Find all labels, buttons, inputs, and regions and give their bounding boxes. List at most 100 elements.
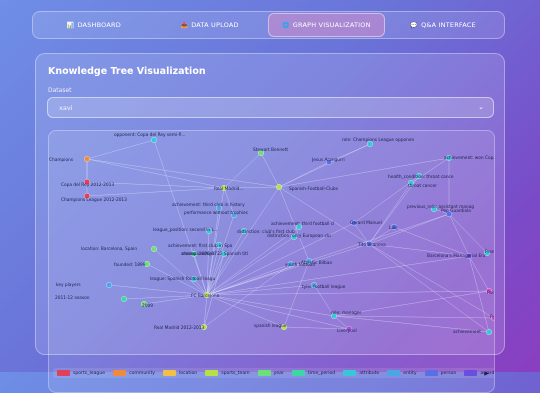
graph-node-label: Real Madrid... [214,186,243,192]
graph-edge [206,294,285,328]
legend-label: sports_league [73,370,106,376]
graph-node[interactable]: Copa del Rey 2012-2013 [61,179,114,188]
graph-node-label: Pep Guardiola [441,208,471,214]
graph-node[interactable]: Luis [389,223,398,231]
graph-node[interactable]: Barcelona's Managerial Era [427,252,486,259]
graph-edge [468,255,490,333]
graph-node[interactable]: Champions [49,156,91,163]
graph-node-label: FC Barcelona [191,293,220,299]
legend-label: attribute [359,370,380,376]
graph-node[interactable]: championships: 22 Spanish titl [182,250,248,257]
graph-node[interactable]: Stewart Bennett [253,147,288,157]
graph-node[interactable]: FC Barcelona [191,291,220,299]
graph-node[interactable]: Real Madrid... [214,185,243,192]
graph-node-label: throat cancer [408,183,437,189]
graph-node[interactable]: league: Spanish football leagu [150,275,215,282]
legend-swatch [257,370,271,376]
graph-edge [333,315,494,319]
graph-node[interactable]: throat cancer [408,180,437,189]
graph-node-label: Spanish-Football-Clubs [289,186,339,192]
graph-node[interactable]: Jesus Arangurri [311,157,345,166]
graph-edge [448,213,470,257]
graph-node[interactable]: tyler football league [302,281,346,290]
legend-label: sports_team [221,370,250,376]
legend-item[interactable]: time_period [291,370,335,376]
legend-item[interactable]: award [464,370,494,376]
panel-title: Knowledge Tree Visualization [48,66,206,77]
graph-node[interactable]: achievement: won Copa del Rey [444,155,495,162]
legend-item[interactable]: community [113,370,155,376]
graph-edge [86,187,225,197]
legend-swatch [291,370,305,376]
graph-node[interactable]: Prem [484,249,495,256]
knowledge-graph-canvas[interactable]: opponent: Copa del Rey semi-fi... Champio… [48,130,495,393]
graph-node-dot[interactable] [486,328,493,335]
tab-dashboard[interactable]: 📊 DASHBOARD [36,14,152,36]
graph-node-dot[interactable] [84,156,91,163]
graph-node-dot[interactable] [150,245,157,252]
graph-node[interactable]: achievement: first club in Spa [168,241,233,249]
graph-node-label: distinction: only European clu [267,233,331,239]
graph-node[interactable]: performance without trophies [184,210,249,218]
graph-node[interactable]: Liverpool [337,325,357,334]
graph-node-label: Copa del Rey 2012-2013 [61,182,114,188]
graph-node-dot[interactable] [275,184,282,191]
graph-node[interactable]: location: Barcelona, Spain [81,245,157,252]
legend-swatch [113,370,127,376]
graph-node-dot[interactable] [120,295,127,302]
graph-node[interactable]: spanish league [254,323,287,330]
tab-graph-visualization[interactable]: 🌐 GRAPH VISUALIZATION [267,13,386,37]
graph-node-dot[interactable] [150,136,157,143]
legend-item[interactable]: person [424,370,457,376]
graph-node[interactable]: role: Champions League opponen [342,137,415,147]
graph-node-label: Liverpool [337,328,357,334]
graph-node-label: achievement: third club in history [172,202,245,208]
legend-label: person [440,370,457,376]
graph-node[interactable]: Athletic Bilbao [301,257,332,266]
graph-node[interactable]: achievement: third football cl [271,221,334,230]
graph-node-label: founded: 1899 [114,262,146,268]
graph-node[interactable]: Ronaldi [486,287,495,296]
graph-node[interactable]: achievement: third club in history [172,202,245,211]
graph-node[interactable]: health_condition: throat cance [388,173,454,180]
graph-node[interactable]: Real Madrid 2012-2013 [154,323,207,331]
graph-node[interactable]: key players [56,281,113,288]
legend-item[interactable]: sports_league [57,370,105,376]
chevron-down-icon: ⌄ [478,103,484,111]
graph-node[interactable]: Spanish-Football-Clubs [275,184,339,192]
graph-node[interactable]: Prem [490,314,495,321]
graph-node-label: location: Barcelona, Spain [81,246,137,252]
graph-svg[interactable]: opponent: Copa del Rey semi-fi... Champio… [49,131,495,393]
tab-dashboard-label: DASHBOARD [77,21,121,29]
legend-item[interactable]: sports_team [205,370,250,376]
graph-node[interactable]: founded: 1899 [114,260,150,268]
legend-item[interactable]: location [162,370,197,376]
dataset-select[interactable]: xavi ⌄ [47,97,494,118]
legend-swatch [343,370,357,376]
graph-node-label: achievement: first club in Spa [168,243,233,249]
graph-node[interactable]: Gerard Manuel [350,219,382,226]
tab-qa-interface[interactable]: 💬 Q&A INTERFACE [385,14,501,36]
graph-node[interactable]: 2009 [140,300,153,309]
graph-node[interactable]: distinction: only European clu [267,233,331,240]
legend-item[interactable]: year [257,370,284,376]
graph-node-label: Real Madrid 2012-2013 [154,325,204,331]
graph-node-label: Champions League 2012-2013 [61,197,127,203]
graph-node[interactable]: Champions League 2012-2013 [61,193,127,203]
legend-scroll-right-icon[interactable]: ▶ [484,370,489,377]
graph-node-label: Gerard Manuel [350,220,382,226]
graph-node-dot[interactable] [106,281,113,288]
graph-edge [353,222,370,245]
tab-data-upload-label: DATA UPLOAD [191,21,239,29]
graph-node-label: Ronaldi [487,290,495,296]
graph-node-label: league_position: second in L... [153,227,218,233]
tab-data-upload[interactable]: 📤 DATA UPLOAD [152,14,268,36]
legend-item[interactable]: entity [387,370,417,376]
graph-node[interactable]: 2011-12 season [55,295,127,302]
graph-node[interactable]: league_position: second in L... [153,227,218,234]
graph-node[interactable]: Tito Vilanova [357,240,386,248]
globe-icon: 🌐 [282,21,290,29]
graph-node-label: Barcelona's Managerial Era [427,253,486,259]
graph-node-label: Luis [389,225,398,231]
legend-item[interactable]: attribute [343,370,379,376]
